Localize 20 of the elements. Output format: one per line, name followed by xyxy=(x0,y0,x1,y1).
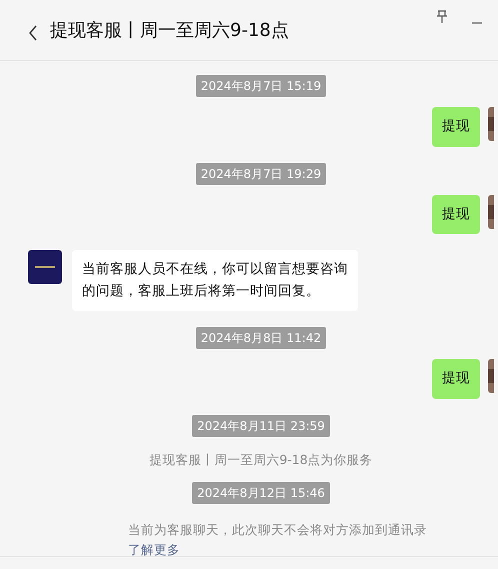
avatar xyxy=(28,250,62,284)
message-bubble: 提现 xyxy=(432,194,480,234)
minimize-icon xyxy=(472,22,482,24)
timestamp: 2024年8月11日 23:59 xyxy=(192,414,330,437)
avatar xyxy=(488,194,494,229)
notice-text: 当前为客服聊天，此次聊天不会将对方添加到通讯录 了解更多 xyxy=(128,520,428,559)
chat-title: 提现客服丨周一至周六9-18点 xyxy=(50,18,289,42)
system-message: 提现客服丨周一至周六9-18点为你服务 xyxy=(149,450,373,469)
pin-icon xyxy=(436,10,448,24)
avatar xyxy=(488,359,494,394)
message-bubble: 提现 xyxy=(432,359,480,399)
timestamp: 2024年8月7日 15:19 xyxy=(196,75,326,97)
learn-more-link[interactable]: 了解更多 xyxy=(128,542,180,557)
timestamp: 2024年8月8日 11:42 xyxy=(196,327,326,350)
timestamp: 2024年8月7日 19:29 xyxy=(196,162,326,185)
timestamp: 2024年8月12日 15:46 xyxy=(192,482,330,504)
message-bubble: 提现 xyxy=(432,107,480,147)
avatar xyxy=(488,107,494,141)
back-icon xyxy=(28,24,38,41)
message-bubble: 当前客服人员不在线，你可以留言想要咨询的问题，客服上班后将第一时间回复。 xyxy=(72,250,358,312)
